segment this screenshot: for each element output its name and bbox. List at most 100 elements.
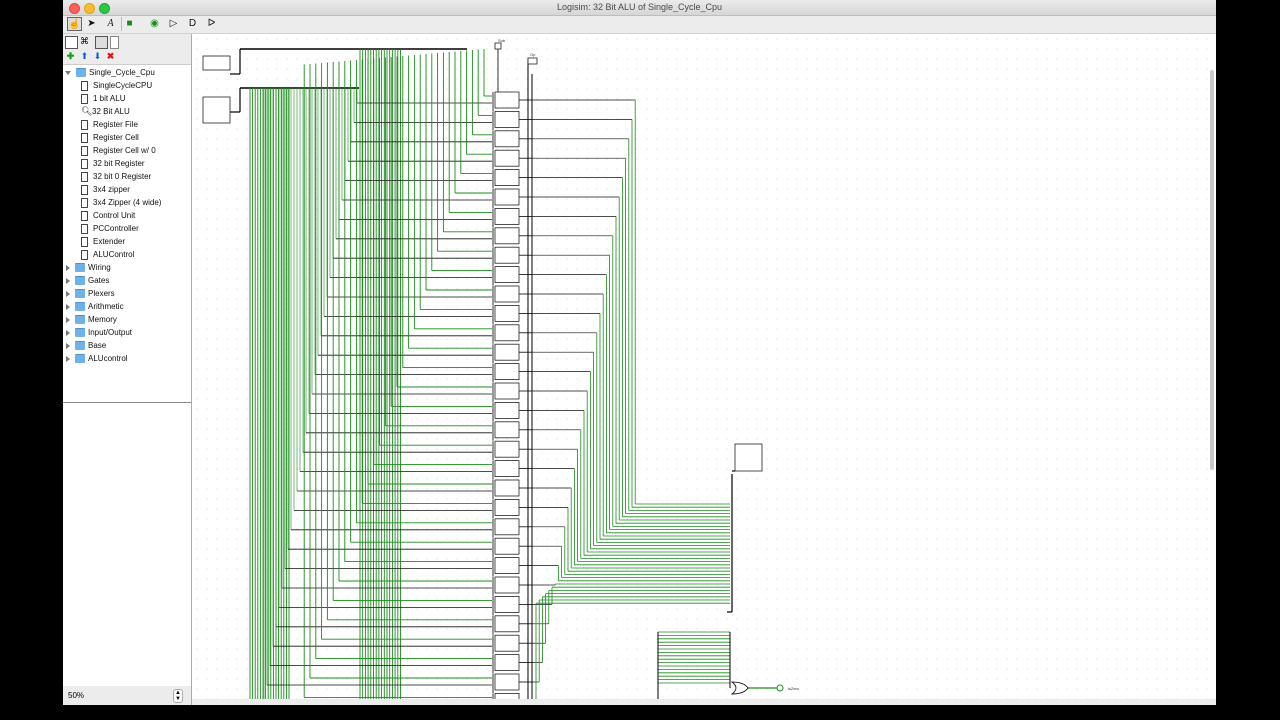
one-bit-alu[interactable] [494, 518, 520, 536]
select-tool-icon[interactable]: ➤ [84, 17, 99, 31]
sub-input-pin[interactable] [494, 42, 502, 50]
tree-library-memory[interactable]: Memory [66, 313, 117, 326]
tree-circuit-item[interactable]: PCController [81, 222, 139, 235]
one-bit-alu[interactable] [494, 421, 520, 439]
one-bit-alu[interactable] [494, 498, 520, 516]
tree-library-arithmetic[interactable]: Arithmetic [66, 300, 124, 313]
edit-layout-icon[interactable] [95, 36, 108, 49]
op-input-pin[interactable] [527, 57, 538, 65]
expand-arrow-icon[interactable] [66, 329, 70, 336]
folder-icon [75, 341, 85, 351]
expand-arrow-icon[interactable] [66, 303, 70, 310]
one-bit-alu[interactable] [494, 169, 520, 187]
tree-library-input-output[interactable]: Input/Output [66, 326, 132, 339]
one-bit-alu[interactable] [494, 693, 520, 699]
add-circuit-icon[interactable]: ✚ [65, 51, 76, 62]
and-gate-tool-icon[interactable]: D [185, 17, 200, 31]
tree-library-gates[interactable]: Gates [66, 274, 109, 287]
tree-circuit-item[interactable]: 1 bit ALU [81, 92, 125, 105]
expand-arrow-icon[interactable] [66, 355, 70, 362]
tree-circuit-item-selected[interactable]: 🔍︎32 Bit ALU [81, 105, 130, 118]
tree-circuit-item[interactable]: Control Unit [81, 209, 135, 222]
one-bit-alu[interactable] [494, 673, 520, 691]
one-bit-alu[interactable] [494, 537, 520, 555]
tree-circuit-item[interactable]: Extender [81, 235, 125, 248]
expand-arrow-icon[interactable] [66, 277, 70, 284]
output-pin-tool-icon[interactable]: ◉ [147, 17, 162, 31]
text-tool-icon[interactable]: A [103, 17, 118, 31]
tree-library-alucontrol[interactable]: ALUcontrol [66, 352, 128, 365]
project-toolbox-icon[interactable] [65, 36, 78, 49]
zoom-stepper[interactable]: ▲ ▼ [173, 689, 183, 703]
one-bit-alu[interactable] [494, 304, 520, 322]
result-splitter[interactable] [734, 443, 763, 472]
one-bit-alu[interactable] [494, 111, 520, 128]
one-bit-alu[interactable] [494, 227, 520, 245]
one-bit-alu[interactable] [494, 207, 520, 225]
one-bit-alu[interactable] [494, 634, 520, 652]
not-gate-tool-icon[interactable]: ▷ [166, 17, 181, 31]
circuit-icon [81, 119, 88, 130]
one-bit-alu[interactable] [494, 343, 520, 361]
delete-circuit-icon[interactable]: ✖ [105, 51, 116, 62]
one-bit-alu[interactable] [494, 246, 520, 264]
one-bit-alu[interactable] [494, 401, 520, 419]
input-a-splitter[interactable] [202, 55, 231, 71]
tree-circuit-item[interactable]: 3x4 zipper [81, 183, 130, 196]
move-down-icon[interactable]: ⬇ [92, 51, 103, 62]
expand-arrow-icon[interactable] [65, 70, 71, 75]
magnifier-icon: 🔍︎ [81, 106, 93, 116]
circuit-icon [81, 145, 88, 156]
expand-arrow-icon[interactable] [66, 342, 70, 349]
tree-circuit-item[interactable]: SingleCycleCPU [81, 79, 152, 92]
one-bit-alu[interactable] [494, 149, 520, 167]
one-bit-alu[interactable] [494, 130, 520, 148]
one-bit-alu[interactable] [494, 266, 520, 284]
vertical-scrollbar[interactable] [1210, 70, 1214, 470]
one-bit-alu[interactable] [494, 91, 520, 109]
one-bit-alu[interactable] [494, 188, 520, 206]
tree-circuit-item[interactable]: 32 bit 0 Register [81, 170, 151, 183]
is-zero-output-pin[interactable] [776, 684, 784, 692]
or-gate-tool-icon[interactable]: ᐅ [204, 17, 219, 31]
tree-circuit-item[interactable]: ALUControl [81, 248, 134, 261]
edit-appearance-icon[interactable] [110, 36, 119, 49]
tree-circuit-item[interactable]: Register Cell w/ 0 [81, 144, 156, 157]
circuit-canvas[interactable]: Sub Op isZero [192, 34, 1216, 699]
simulation-tree-icon[interactable]: ⌘ [79, 36, 90, 47]
tree-library-base[interactable]: Base [66, 339, 106, 352]
one-bit-alu[interactable] [494, 596, 520, 613]
one-bit-alu[interactable] [494, 576, 520, 594]
explorer-panel: ⌘ ✚ ⬆ ⬇ ✖ Single_Cycle_Cpu SingleCycleCP… [63, 34, 192, 705]
tree-circuit-item[interactable]: 3x4 Zipper (4 wide) [81, 196, 161, 209]
one-bit-alu[interactable] [494, 654, 520, 671]
expand-arrow-icon[interactable] [66, 264, 70, 271]
folder-icon [75, 263, 85, 273]
tree-library-wiring[interactable]: Wiring [66, 261, 111, 274]
expand-arrow-icon[interactable] [66, 290, 70, 297]
one-bit-alu[interactable] [494, 557, 520, 574]
input-b-splitter[interactable] [202, 96, 231, 124]
one-bit-alu[interactable] [494, 460, 520, 478]
one-bit-alu[interactable] [494, 363, 520, 381]
folder-icon [75, 289, 85, 299]
nor-gate[interactable] [730, 681, 749, 695]
tree-circuit-item[interactable]: Register Cell [81, 131, 139, 144]
input-pin-tool-icon[interactable]: ■ [121, 17, 137, 31]
expand-arrow-icon[interactable] [66, 316, 70, 323]
one-bit-alu[interactable] [494, 479, 520, 497]
one-bit-alu[interactable] [494, 285, 520, 303]
tree-project-row[interactable]: Single_Cycle_Cpu [65, 66, 155, 79]
one-bit-alu[interactable] [494, 615, 520, 633]
one-bit-alu[interactable] [494, 440, 520, 458]
poke-tool-icon[interactable]: ☝ [67, 17, 82, 31]
tree-circuit-item[interactable]: Register File [81, 118, 138, 131]
circuit-icon [81, 184, 88, 195]
tree-circuit-item[interactable]: 32 bit Register [81, 157, 145, 170]
tree-library-plexers[interactable]: Plexers [66, 287, 115, 300]
one-bit-alu[interactable] [494, 324, 520, 342]
window-title: Logisim: 32 Bit ALU of Single_Cycle_Cpu [556, 2, 723, 12]
main-toolbar: ☝ ➤ A ■ ◉ ▷ D ᐅ [63, 16, 1216, 34]
one-bit-alu[interactable] [494, 382, 520, 400]
move-up-icon[interactable]: ⬆ [79, 51, 90, 62]
